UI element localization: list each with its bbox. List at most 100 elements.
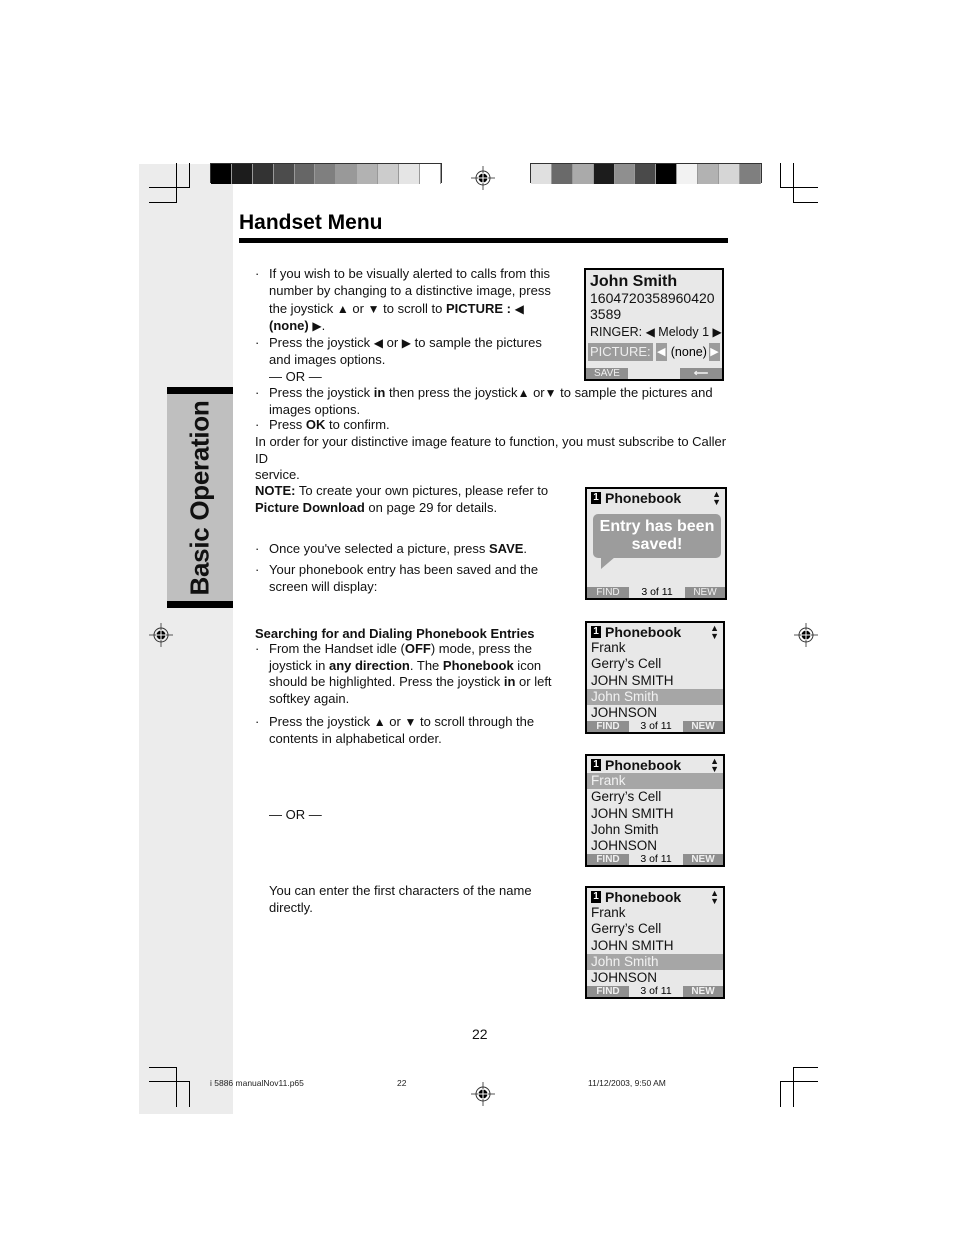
- page-number: 22: [472, 1026, 488, 1042]
- phonebook-entry[interactable]: JOHN SMITH: [587, 673, 723, 689]
- saved-message-bubble: Entry has been saved!: [593, 514, 721, 558]
- picture-download-reference: Picture Download: [255, 499, 365, 515]
- bullet-icon: ·: [255, 385, 260, 400]
- or-separator: — OR —: [269, 807, 322, 822]
- color-swatch: [739, 164, 761, 184]
- text-line: Your phonebook entry has been saved and …: [269, 562, 539, 577]
- left-arrow-icon: ◀: [655, 343, 667, 361]
- bullet-icon: ·: [255, 714, 260, 729]
- calibration-strip-right: [530, 163, 762, 184]
- text-span: should be highlighted. Press the joystic…: [269, 674, 504, 689]
- crop-mark: [793, 202, 818, 203]
- text-line: service.: [255, 467, 300, 482]
- color-swatch: [399, 164, 420, 184]
- entry-count: 3 of 11: [641, 586, 673, 598]
- softkey-bar: FIND 3 of 11 NEW: [587, 587, 725, 598]
- text-span: to sample the pictures: [411, 335, 542, 350]
- screen-header: 1 Phonebook ▲ ▼: [587, 623, 723, 640]
- text-span: Press the joystick: [269, 714, 374, 729]
- text-line: Press the joystick ▲ or ▼ to scroll thro…: [269, 714, 567, 731]
- up-arrow-icon: ▲: [373, 715, 386, 729]
- crop-mark: [149, 187, 189, 188]
- phonebook-entry[interactable]: John Smith: [587, 822, 723, 838]
- text-line: images options.: [269, 401, 361, 417]
- text-span: the joystick: [269, 301, 337, 316]
- note-paragraph: NOTE: To create your own pictures, pleas…: [255, 483, 565, 516]
- instruction-scroll: Press the joystick ▲ or ▼ to scroll thro…: [269, 714, 567, 747]
- line-number-icon: 1: [591, 758, 601, 771]
- screen-header: 1 Phonebook ▲ ▼: [587, 489, 725, 506]
- phonebook-entry[interactable]: Frank: [587, 640, 723, 656]
- up-arrow-icon: ▲: [336, 302, 349, 316]
- ringer-value: Melody 1: [658, 325, 710, 339]
- color-swatch: [378, 164, 400, 184]
- softkey-find: FIND: [587, 854, 629, 865]
- phonebook-entry[interactable]: JOHN SMITH: [587, 938, 723, 954]
- picture-label: PICTURE:: [588, 343, 653, 361]
- screen-header: 1 Phonebook ▲ ▼: [587, 888, 723, 905]
- color-swatch: [231, 164, 253, 184]
- picture-row: PICTURE: ◀ (none) ▶: [588, 343, 720, 361]
- crop-mark: [793, 1067, 818, 1068]
- text-line: should be highlighted. Press the joystic…: [269, 674, 567, 691]
- softkey-new: NEW: [683, 854, 723, 865]
- text-line: Press the joystick in then press the joy…: [269, 385, 739, 402]
- phonebook-entry[interactable]: Gerry’s Cell: [587, 921, 723, 937]
- instruction-sample: Press the joystick ◀ or ▶ to sample the …: [269, 335, 564, 386]
- crop-mark: [780, 187, 818, 188]
- crop-mark: [149, 202, 176, 203]
- text-line: number by changing to a distinctive imag…: [269, 282, 551, 298]
- left-arrow-icon: ◀: [514, 302, 524, 316]
- phonebook-entry[interactable]: Frank: [587, 773, 723, 790]
- text-span: to sample the pictures and: [556, 385, 713, 400]
- phonebook-entry[interactable]: John Smith: [587, 688, 723, 706]
- right-arrow-icon: ▶: [401, 336, 412, 350]
- right-arrow-icon: ▶: [712, 325, 722, 339]
- phonebook-entry[interactable]: JOHN SMITH: [587, 806, 723, 822]
- screen-header: 1 Phonebook ▲ ▼: [587, 756, 723, 773]
- registration-mark-icon: [471, 166, 495, 190]
- instruction-saved-display: Your phonebook entry has been saved and …: [269, 562, 564, 595]
- text-span: From the Handset idle (: [269, 641, 405, 656]
- phonebook-entry[interactable]: Frank: [587, 905, 723, 921]
- down-arrow-icon: ▼: [544, 386, 557, 400]
- registration-mark-icon: [149, 623, 173, 647]
- bullet-icon: ·: [255, 641, 260, 656]
- screen-title: Phonebook: [605, 756, 682, 773]
- text-line: You can enter the first characters of th…: [269, 883, 532, 898]
- phone-screen-entry-saved: 1 Phonebook ▲ ▼ Entry has been saved! FIN…: [585, 487, 727, 600]
- or-separator: — OR —: [269, 369, 322, 384]
- speech-bubble-tail: [601, 557, 615, 569]
- softkey-find: FIND: [587, 986, 629, 997]
- crop-mark: [149, 1067, 176, 1068]
- ringer-row: RINGER: ◀ Melody 1 ▶: [586, 322, 722, 340]
- instruction-picture: If you wish to be visually alerted to ca…: [269, 266, 564, 334]
- color-swatch: [635, 164, 657, 184]
- footer-filename: i 5886 manualNov11.p65: [210, 1078, 304, 1088]
- phonebook-entry[interactable]: Gerry’s Cell: [587, 789, 723, 805]
- color-swatch: [357, 164, 379, 184]
- text-span: in: [373, 385, 386, 400]
- phone-screen-phonebook-list: 1 Phonebook ▲ ▼ Frank Gerry’s Cell JOHN SMITH J…: [585, 754, 725, 867]
- phonebook-entry[interactable]: John Smith: [587, 953, 723, 971]
- footer-page: 22: [397, 1078, 407, 1088]
- text-span: or: [383, 335, 402, 350]
- softkey-find: FIND: [587, 721, 629, 732]
- softkey-new: NEW: [683, 721, 723, 732]
- text-span: or: [385, 714, 405, 729]
- picture-value: (none): [670, 345, 707, 359]
- up-arrow-icon: ▲: [517, 386, 530, 400]
- text-span: icon: [513, 657, 542, 673]
- text-span: joystick in: [269, 657, 329, 673]
- crop-mark: [793, 1067, 794, 1107]
- line-number-icon: 1: [591, 890, 601, 903]
- bullet-icon: ·: [255, 562, 260, 577]
- text-line: screen will display:: [269, 578, 378, 594]
- registration-mark-icon: [471, 1082, 495, 1106]
- phonebook-entry[interactable]: Gerry’s Cell: [587, 656, 723, 672]
- text-span: any direction: [328, 657, 410, 673]
- text-span: to scroll through the: [416, 714, 535, 729]
- down-arrow-icon: ▼: [404, 715, 417, 729]
- text-span: Press: [269, 417, 306, 432]
- color-swatch: [315, 164, 337, 184]
